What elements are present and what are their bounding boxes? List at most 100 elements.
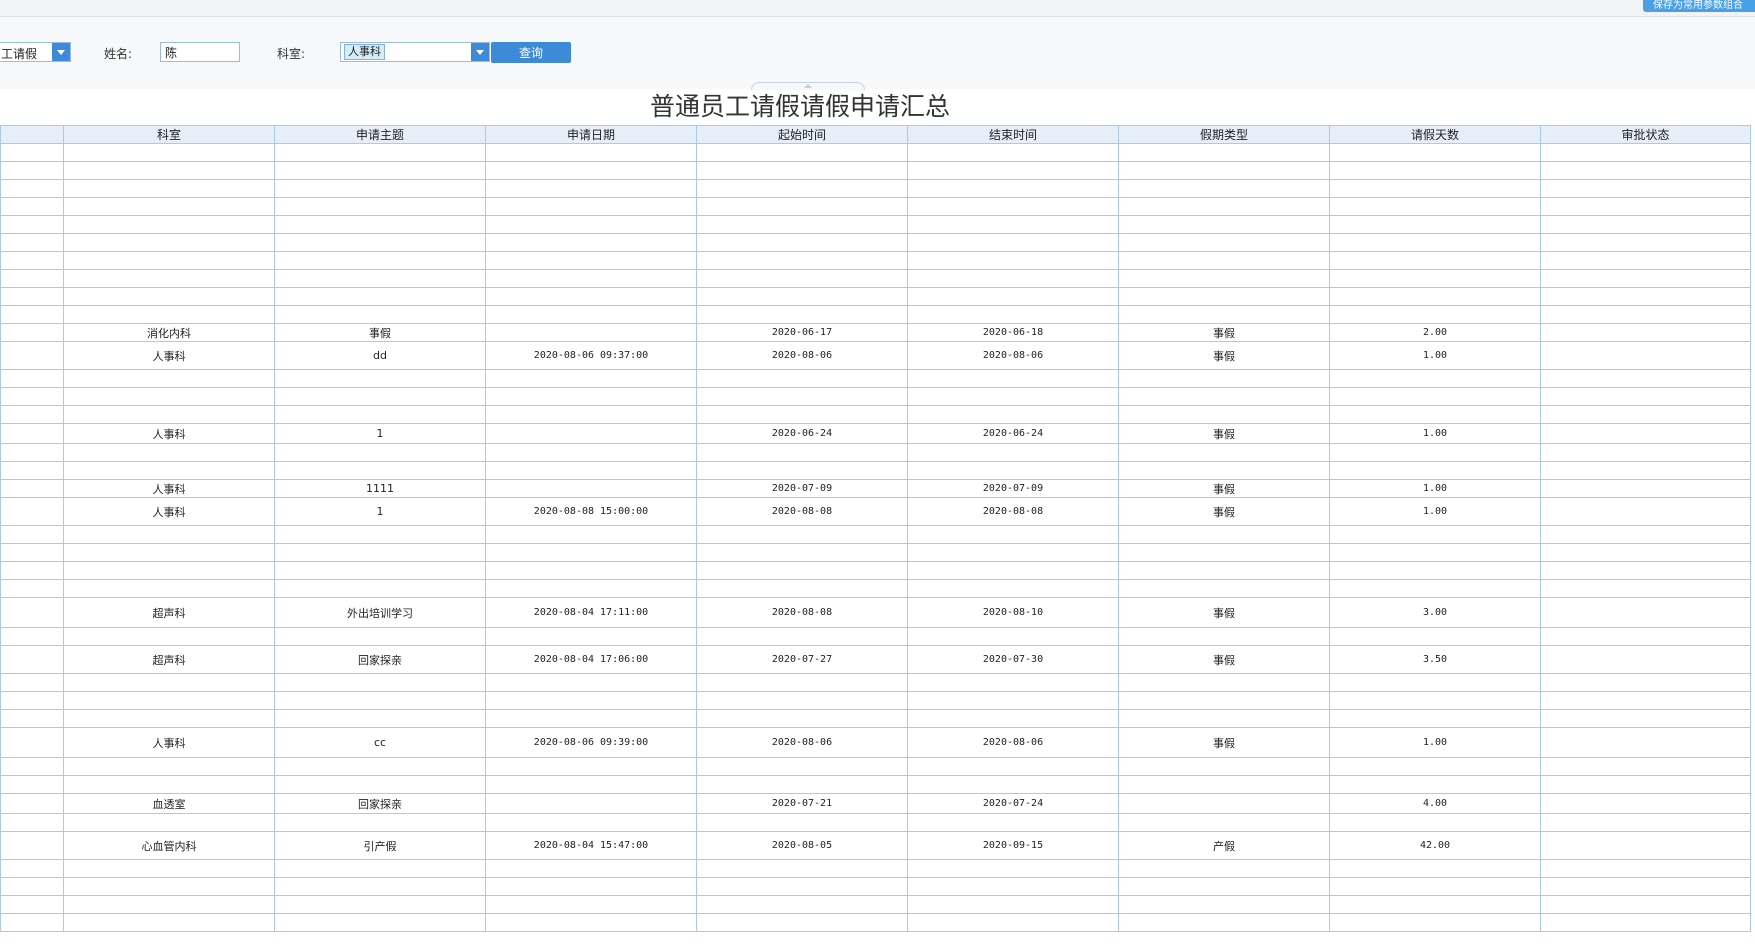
table-row[interactable]: 人事科 1 2020-08-08 15:00:00 2020-08-08 2020-08… [0,497,1751,526]
table-cell [274,877,486,896]
report-title: 普通员工请假请假申请汇总 [649,92,950,121]
table-cell [1540,727,1751,758]
column-header[interactable]: 科室 [63,125,275,144]
table-cell [485,479,697,498]
table-cell [696,143,908,162]
table-cell [485,269,697,288]
chevron-down-icon[interactable] [471,43,489,61]
chevron-down-icon[interactable] [52,43,70,61]
table-cell [485,161,697,180]
table-row[interactable] [0,161,1751,180]
table-row[interactable] [0,895,1751,914]
table-row[interactable]: 消化内科 事假 2020-06-17 2020-06-18 事假 2.00 [0,323,1751,342]
table-cell [1118,877,1330,896]
table-row[interactable] [0,757,1751,776]
table-cell: 心血管内科 [63,831,275,860]
table-cell: 血透室 [63,793,275,814]
table-cell [907,859,1119,878]
table-cell [907,913,1119,932]
table-cell [1540,859,1751,878]
table-cell [696,197,908,216]
table-cell [485,877,697,896]
table-row[interactable] [0,709,1751,728]
table-cell [1329,161,1541,180]
table-row[interactable] [0,525,1751,544]
table-row[interactable] [0,233,1751,252]
column-header[interactable] [0,125,64,144]
table-row[interactable] [0,461,1751,480]
table-row[interactable]: 血透室 回家探亲 2020-07-21 2020-07-24 4.00 [0,793,1751,814]
table-cell [0,479,64,498]
table-cell [696,179,908,198]
table-row[interactable]: 心血管内科 引产假 2020-08-04 15:47:00 2020-08-05 202… [0,831,1751,860]
table-row[interactable] [0,215,1751,234]
table-row[interactable] [0,269,1751,288]
table-row[interactable] [0,405,1751,424]
table-cell: cc [274,727,486,758]
table-row[interactable] [0,369,1751,388]
table-row[interactable]: 人事科 1 2020-06-24 2020-06-24 事假 1.00 [0,423,1751,444]
table-cell [0,877,64,896]
table-cell [1118,251,1330,270]
table-cell [1540,323,1751,342]
table-row[interactable] [0,859,1751,878]
column-header[interactable]: 申请日期 [485,125,697,144]
column-header[interactable]: 申请主题 [274,125,486,144]
table-row[interactable] [0,143,1751,162]
table-row[interactable] [0,673,1751,692]
table-row[interactable] [0,561,1751,580]
table-row[interactable] [0,443,1751,462]
table-cell: 消化内科 [63,323,275,342]
table-row[interactable] [0,627,1751,646]
dept-tag[interactable]: 人事科 [344,44,385,60]
table-row[interactable]: 人事科 1111 2020-07-09 2020-07-09 事假 1.00 [0,479,1751,498]
table-cell [0,561,64,580]
table-row[interactable] [0,775,1751,794]
table-cell: 2020-07-21 [696,793,908,814]
table-row[interactable] [0,197,1751,216]
dept-select[interactable]: 人事科 [340,42,490,62]
table-cell [1329,387,1541,406]
table-cell [274,305,486,324]
table-row[interactable] [0,251,1751,270]
table-cell: 2020-06-17 [696,323,908,342]
table-row[interactable] [0,543,1751,562]
table-row[interactable]: 人事科 dd 2020-08-06 09:37:00 2020-08-06 2020-0… [0,341,1751,370]
table-row[interactable]: 人事科 cc 2020-08-06 09:39:00 2020-08-06 2020-0… [0,727,1751,758]
column-header[interactable]: 审批状态 [1540,125,1751,144]
table-cell [0,251,64,270]
table-cell: 事假 [274,323,486,342]
column-header[interactable]: 结束时间 [907,125,1119,144]
table-cell: 2020-08-08 15:00:00 [485,497,697,526]
column-header[interactable]: 假期类型 [1118,125,1330,144]
table-cell: 2020-08-06 [907,341,1119,370]
table-cell [1540,877,1751,896]
query-button[interactable]: 查询 [491,42,571,63]
table-row[interactable] [0,387,1751,406]
table-cell [0,775,64,794]
column-header[interactable]: 起始时间 [696,125,908,144]
table-row[interactable] [0,691,1751,710]
table-cell: 2020-07-30 [907,645,1119,674]
table-row[interactable] [0,813,1751,832]
table-cell [485,627,697,646]
save-params-button[interactable]: 保存为常用参数组合 [1643,0,1755,12]
leave-type-select[interactable]: 工请假 [0,42,71,62]
table-row[interactable] [0,579,1751,598]
table-row[interactable] [0,877,1751,896]
table-cell [63,161,275,180]
table-cell: 2020-06-18 [907,323,1119,342]
table-row[interactable] [0,287,1751,306]
table-cell [1540,579,1751,598]
table-cell [1540,269,1751,288]
table-row[interactable]: 超声科 回家探亲 2020-08-04 17:06:00 2020-07-27 2020… [0,645,1751,674]
table-cell [907,443,1119,462]
column-header[interactable]: 请假天数 [1329,125,1541,144]
table-row[interactable] [0,179,1751,198]
table-row[interactable]: 超声科 外出培训学习 2020-08-04 17:11:00 2020-08-08 20… [0,597,1751,628]
table-cell [0,341,64,370]
table-cell [1118,197,1330,216]
table-row[interactable] [0,913,1751,932]
table-row[interactable] [0,305,1751,324]
name-input[interactable] [160,42,240,62]
